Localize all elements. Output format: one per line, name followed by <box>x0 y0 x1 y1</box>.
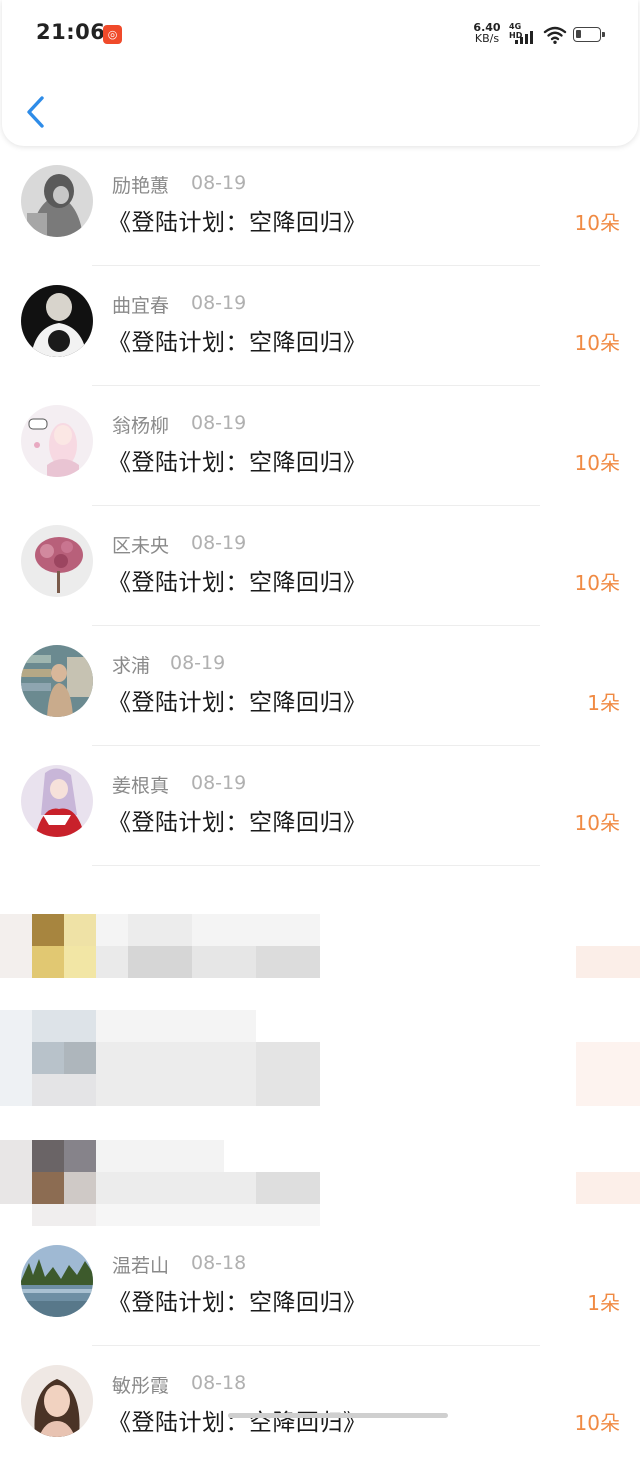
chevron-left-icon <box>27 96 44 128</box>
list-item[interactable]: 敏彤霞 08-18 《登陆计划：空降回归》 10朵 <box>0 1346 640 1466</box>
flower-count: 10朵 <box>574 451 620 475</box>
user-name: 求浦 <box>112 655 151 677</box>
censored-list-item <box>0 1106 640 1226</box>
record-title: 《登陆计划：空降回归》 <box>108 690 367 716</box>
list-item[interactable]: 区未央 08-19 《登陆计划：空降回归》 10朵 <box>0 506 640 626</box>
avatar <box>21 645 93 717</box>
user-name: 敏彤霞 <box>112 1375 170 1397</box>
list-item[interactable]: 温若山 08-18 《登陆计划：空降回归》 1朵 <box>0 1226 640 1346</box>
list-item[interactable]: 翁杨柳 08-19 《登陆计划：空降回归》 10朵 <box>0 386 640 506</box>
list-item[interactable]: 励艳蕙 08-19 《登陆计划：空降回归》 10朵 <box>0 146 640 266</box>
user-name: 姜根真 <box>112 775 170 797</box>
network-speed: 6.40 KB/s <box>472 22 502 44</box>
flower-count: 1朵 <box>587 1291 620 1315</box>
record-title: 《登陆计划：空降回归》 <box>108 330 367 356</box>
user-name: 励艳蕙 <box>112 175 170 197</box>
list-item[interactable]: 求浦 08-19 《登陆计划：空降回归》 1朵 <box>0 626 640 746</box>
list-item[interactable]: 曲宜春 08-19 《登陆计划：空降回归》 10朵 <box>0 266 640 386</box>
home-indicator[interactable] <box>228 1413 448 1418</box>
user-name: 翁杨柳 <box>112 415 170 437</box>
app-notification-icon: ◎ <box>103 25 122 44</box>
cellular-signal-icon: 4G HD <box>509 22 537 46</box>
record-title: 《登陆计划：空降回归》 <box>108 210 367 236</box>
record-date: 08-19 <box>170 652 226 674</box>
record-date: 08-19 <box>191 172 247 194</box>
network-speed-unit: KB/s <box>474 32 500 45</box>
list-item[interactable]: 姜根真 08-19 《登陆计划：空降回归》 10朵 <box>0 746 640 866</box>
avatar <box>21 285 93 357</box>
flower-count: 10朵 <box>574 811 620 835</box>
user-name: 曲宜春 <box>112 295 170 317</box>
status-bar: 21:06 ◎ 6.40 KB/s 4G HD <box>0 0 640 70</box>
record-date: 08-18 <box>191 1252 247 1274</box>
record-date: 08-19 <box>191 292 247 314</box>
flower-count: 1朵 <box>587 691 620 715</box>
censored-list-item <box>0 866 640 986</box>
user-name: 区未央 <box>112 535 170 557</box>
flower-count: 10朵 <box>574 211 620 235</box>
record-title: 《登陆计划：空降回归》 <box>108 450 367 476</box>
avatar <box>21 405 93 477</box>
status-time: 21:06 <box>36 20 106 44</box>
avatar <box>21 525 93 597</box>
avatar <box>21 765 93 837</box>
battery-icon <box>573 27 605 42</box>
record-title: 《登陆计划：空降回归》 <box>108 1290 367 1316</box>
flower-count: 10朵 <box>574 331 620 355</box>
gift-record-list: 励艳蕙 08-19 《登陆计划：空降回归》 10朵 曲宜春 08-19 《登陆计… <box>0 146 640 1466</box>
flower-count: 10朵 <box>574 571 620 595</box>
record-title: 《登陆计划：空降回归》 <box>108 810 367 836</box>
record-date: 08-18 <box>191 1372 247 1394</box>
avatar <box>21 1365 93 1437</box>
record-date: 08-19 <box>191 532 247 554</box>
record-date: 08-19 <box>191 772 247 794</box>
record-title: 《登陆计划：空降回归》 <box>108 570 367 596</box>
censored-list-item <box>0 986 640 1106</box>
record-title: 《登陆计划：空降回归》 <box>108 1410 367 1436</box>
avatar <box>21 165 93 237</box>
avatar <box>21 1245 93 1317</box>
back-button[interactable] <box>22 92 52 132</box>
wifi-icon <box>543 25 567 45</box>
user-name: 温若山 <box>112 1255 170 1277</box>
record-date: 08-19 <box>191 412 247 434</box>
